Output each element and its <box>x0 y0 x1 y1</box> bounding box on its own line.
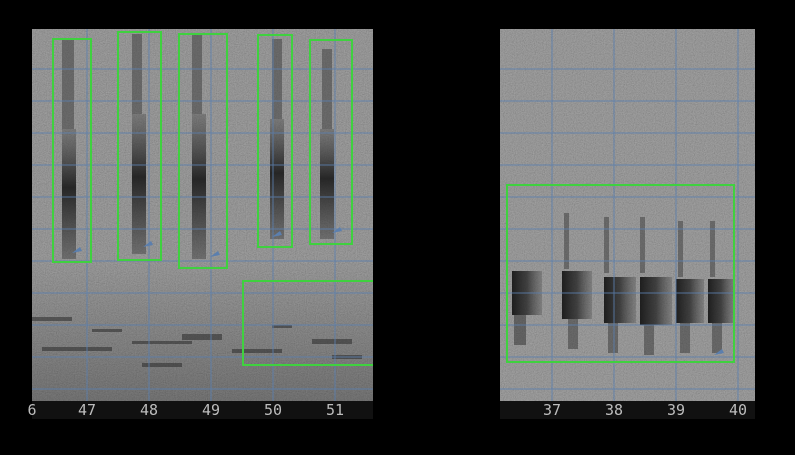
tick-label: 6 <box>27 401 37 419</box>
time-axis-right: 37 38 39 40 <box>500 401 755 419</box>
tick-label: 50 <box>263 401 283 419</box>
tick-label: 37 <box>542 401 562 419</box>
spectrogram-right-canvas <box>500 29 755 401</box>
tick-label: 49 <box>201 401 221 419</box>
spectrogram-left-canvas <box>32 29 373 401</box>
tick-label: 39 <box>666 401 686 419</box>
time-axis-left: 6 47 48 49 50 51 <box>27 401 373 419</box>
spectrogram-panel-right[interactable] <box>500 29 755 401</box>
tick-label: 40 <box>728 401 748 419</box>
tick-label: 47 <box>77 401 97 419</box>
tick-label: 38 <box>604 401 624 419</box>
spectrogram-panel-left[interactable] <box>32 29 373 401</box>
tick-label: 51 <box>325 401 345 419</box>
tick-label: 48 <box>139 401 159 419</box>
